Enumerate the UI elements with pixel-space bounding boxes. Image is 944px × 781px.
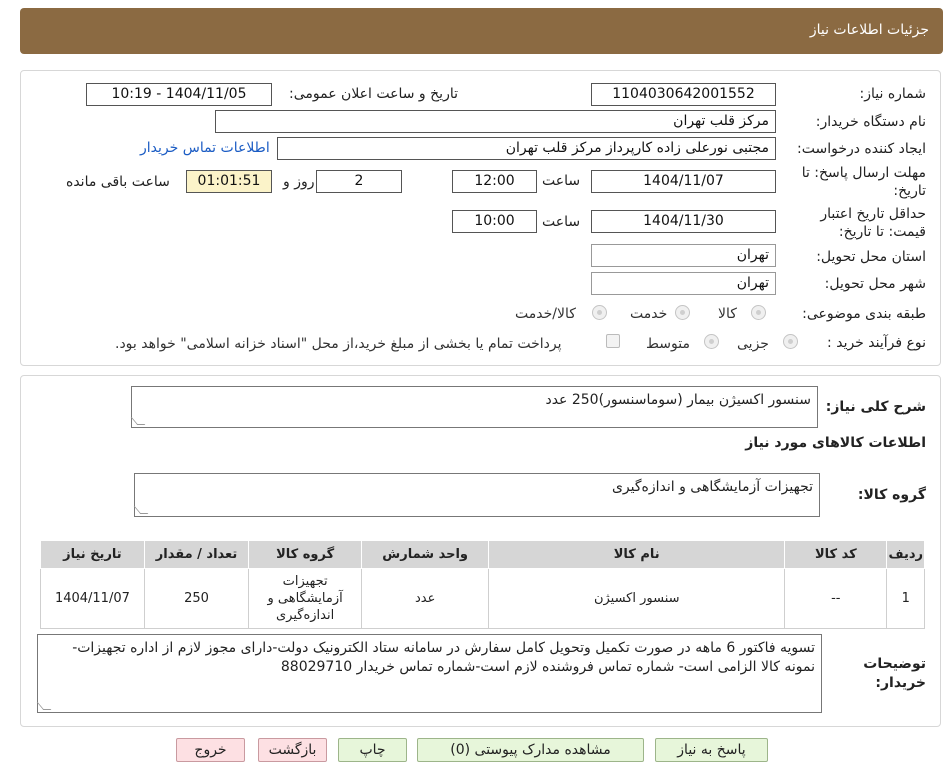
announce-label: تاریخ و ساعت اعلان عمومی: [289, 86, 458, 102]
need-number-field: 1104030642001552 [591, 83, 776, 106]
category-radio-goods[interactable] [751, 305, 766, 320]
category-radio-service[interactable] [675, 305, 690, 320]
treasury-checkbox[interactable] [606, 334, 620, 348]
buyer-notes-value: تسویه فاکتور 6 ماهه در صورت تکمیل وتحویل… [72, 640, 815, 675]
page-title: جزئیات اطلاعات نیاز [809, 22, 929, 38]
process-radio-minor[interactable] [783, 334, 798, 349]
days-label: روز و [283, 174, 315, 190]
print-button[interactable]: چاپ [338, 738, 407, 762]
validity-label-1: حداقل تاریخ اعتبار [820, 206, 926, 222]
category-option-service: خدمت [630, 306, 668, 322]
need-number-label: شماره نیاز: [859, 86, 927, 102]
table-row: 1 -- سنسور اکسیژن عدد تجهیزات آزمایشگاهی… [40, 568, 925, 629]
category-label: طبقه بندی موضوعی: [802, 306, 926, 322]
days-field: 2 [316, 170, 402, 193]
city-field: تهران [591, 272, 776, 295]
cell-row: 1 [886, 568, 925, 629]
page-header: جزئیات اطلاعات نیاز [20, 8, 943, 54]
deadline-time-field: 12:00 [452, 170, 537, 193]
requester-label: ایجاد کننده درخواست: [797, 141, 926, 157]
category-radio-goods-service[interactable] [592, 305, 607, 320]
buyer-notes-label-1: توضیحات [863, 656, 926, 672]
announce-field: 1404/11/05 - 10:19 [86, 83, 272, 106]
col-header-group: گروه کالا [248, 540, 362, 569]
cell-group: تجهیزات آزمایشگاهی و اندازه‌گیری [248, 568, 362, 629]
deadline-label-2: تاریخ: [893, 183, 926, 199]
deadline-time-label: ساعت [542, 173, 581, 189]
process-option-medium: متوسط [646, 336, 690, 352]
buyer-org-label: نام دستگاه خریدار: [815, 114, 926, 130]
table-header-row: ردیف کد کالا نام کالا واحد شمارش گروه کا… [40, 540, 925, 569]
group-value: تجهیزات آزمایشگاهی و اندازه‌گیری [611, 479, 813, 495]
city-label: شهر محل تحویل: [824, 276, 926, 292]
category-option-goods: کالا [718, 306, 737, 322]
buyer-notes-textarea: تسویه فاکتور 6 ماهه در صورت تکمیل وتحویل… [36, 634, 822, 713]
validity-time-label: ساعت [542, 214, 581, 230]
remaining-label: ساعت باقی مانده [66, 174, 170, 190]
remaining-time-field: 01:01:51 [186, 170, 272, 193]
resize-handle[interactable] [130, 417, 146, 425]
cell-date: 1404/11/07 [40, 568, 145, 629]
col-header-date: تاریخ نیاز [40, 540, 145, 569]
col-header-name: نام کالا [488, 540, 786, 569]
cell-code: -- [784, 568, 888, 629]
attachments-button[interactable]: مشاهده مدارک پیوستی (0) [417, 738, 644, 762]
deadline-date-field: 1404/11/07 [591, 170, 776, 193]
summary-textarea: سنسور اکسیژن بیمار (سوماسنسور)250 عدد [130, 386, 818, 428]
process-note: پرداخت تمام یا بخشی از مبلغ خرید،از محل … [115, 336, 562, 352]
buyer-contact-link[interactable]: اطلاعات تماس خریدار [140, 140, 270, 156]
deadline-label-1: مهلت ارسال پاسخ: تا [801, 165, 926, 181]
col-header-quantity: تعداد / مقدار [143, 540, 250, 569]
cell-quantity: 250 [143, 568, 250, 629]
col-header-unit: واحد شمارش [360, 540, 490, 569]
resize-handle[interactable] [36, 702, 52, 710]
reply-button[interactable]: پاسخ به نیاز [655, 738, 768, 762]
requester-field: مجتبی نورعلی زاده کارپرداز مرکز قلب تهرا… [277, 137, 776, 160]
process-label: نوع فرآیند خرید : [827, 335, 926, 351]
validity-time-field: 10:00 [452, 210, 537, 233]
group-label: گروه کالا: [857, 487, 926, 503]
group-textarea: تجهیزات آزمایشگاهی و اندازه‌گیری [133, 473, 820, 517]
resize-handle[interactable] [133, 506, 149, 514]
goods-info-title: اطلاعات کالاهای مورد نیاز [745, 435, 926, 451]
process-radio-medium[interactable] [704, 334, 719, 349]
category-option-goods-service: کالا/خدمت [515, 306, 576, 322]
items-table: ردیف کد کالا نام کالا واحد شمارش گروه کا… [40, 540, 925, 629]
validity-date-field: 1404/11/30 [591, 210, 776, 233]
exit-button[interactable]: خروج [176, 738, 245, 762]
process-option-minor: جزیی [737, 336, 769, 352]
col-header-row: ردیف [886, 540, 925, 569]
cell-name: سنسور اکسیژن [488, 568, 786, 629]
province-field: تهران [591, 244, 776, 267]
summary-label: شرح کلی نیاز: [825, 399, 926, 415]
validity-label-2: قیمت: تا تاریخ: [838, 224, 926, 240]
buyer-org-field: مرکز قلب تهران [215, 110, 776, 133]
cell-unit: عدد [360, 568, 490, 629]
summary-value: سنسور اکسیژن بیمار (سوماسنسور)250 عدد [545, 392, 811, 408]
province-label: استان محل تحویل: [816, 249, 926, 265]
back-button[interactable]: بازگشت [258, 738, 327, 762]
col-header-code: کد کالا [784, 540, 888, 569]
buyer-notes-label-2: خریدار: [875, 675, 926, 691]
